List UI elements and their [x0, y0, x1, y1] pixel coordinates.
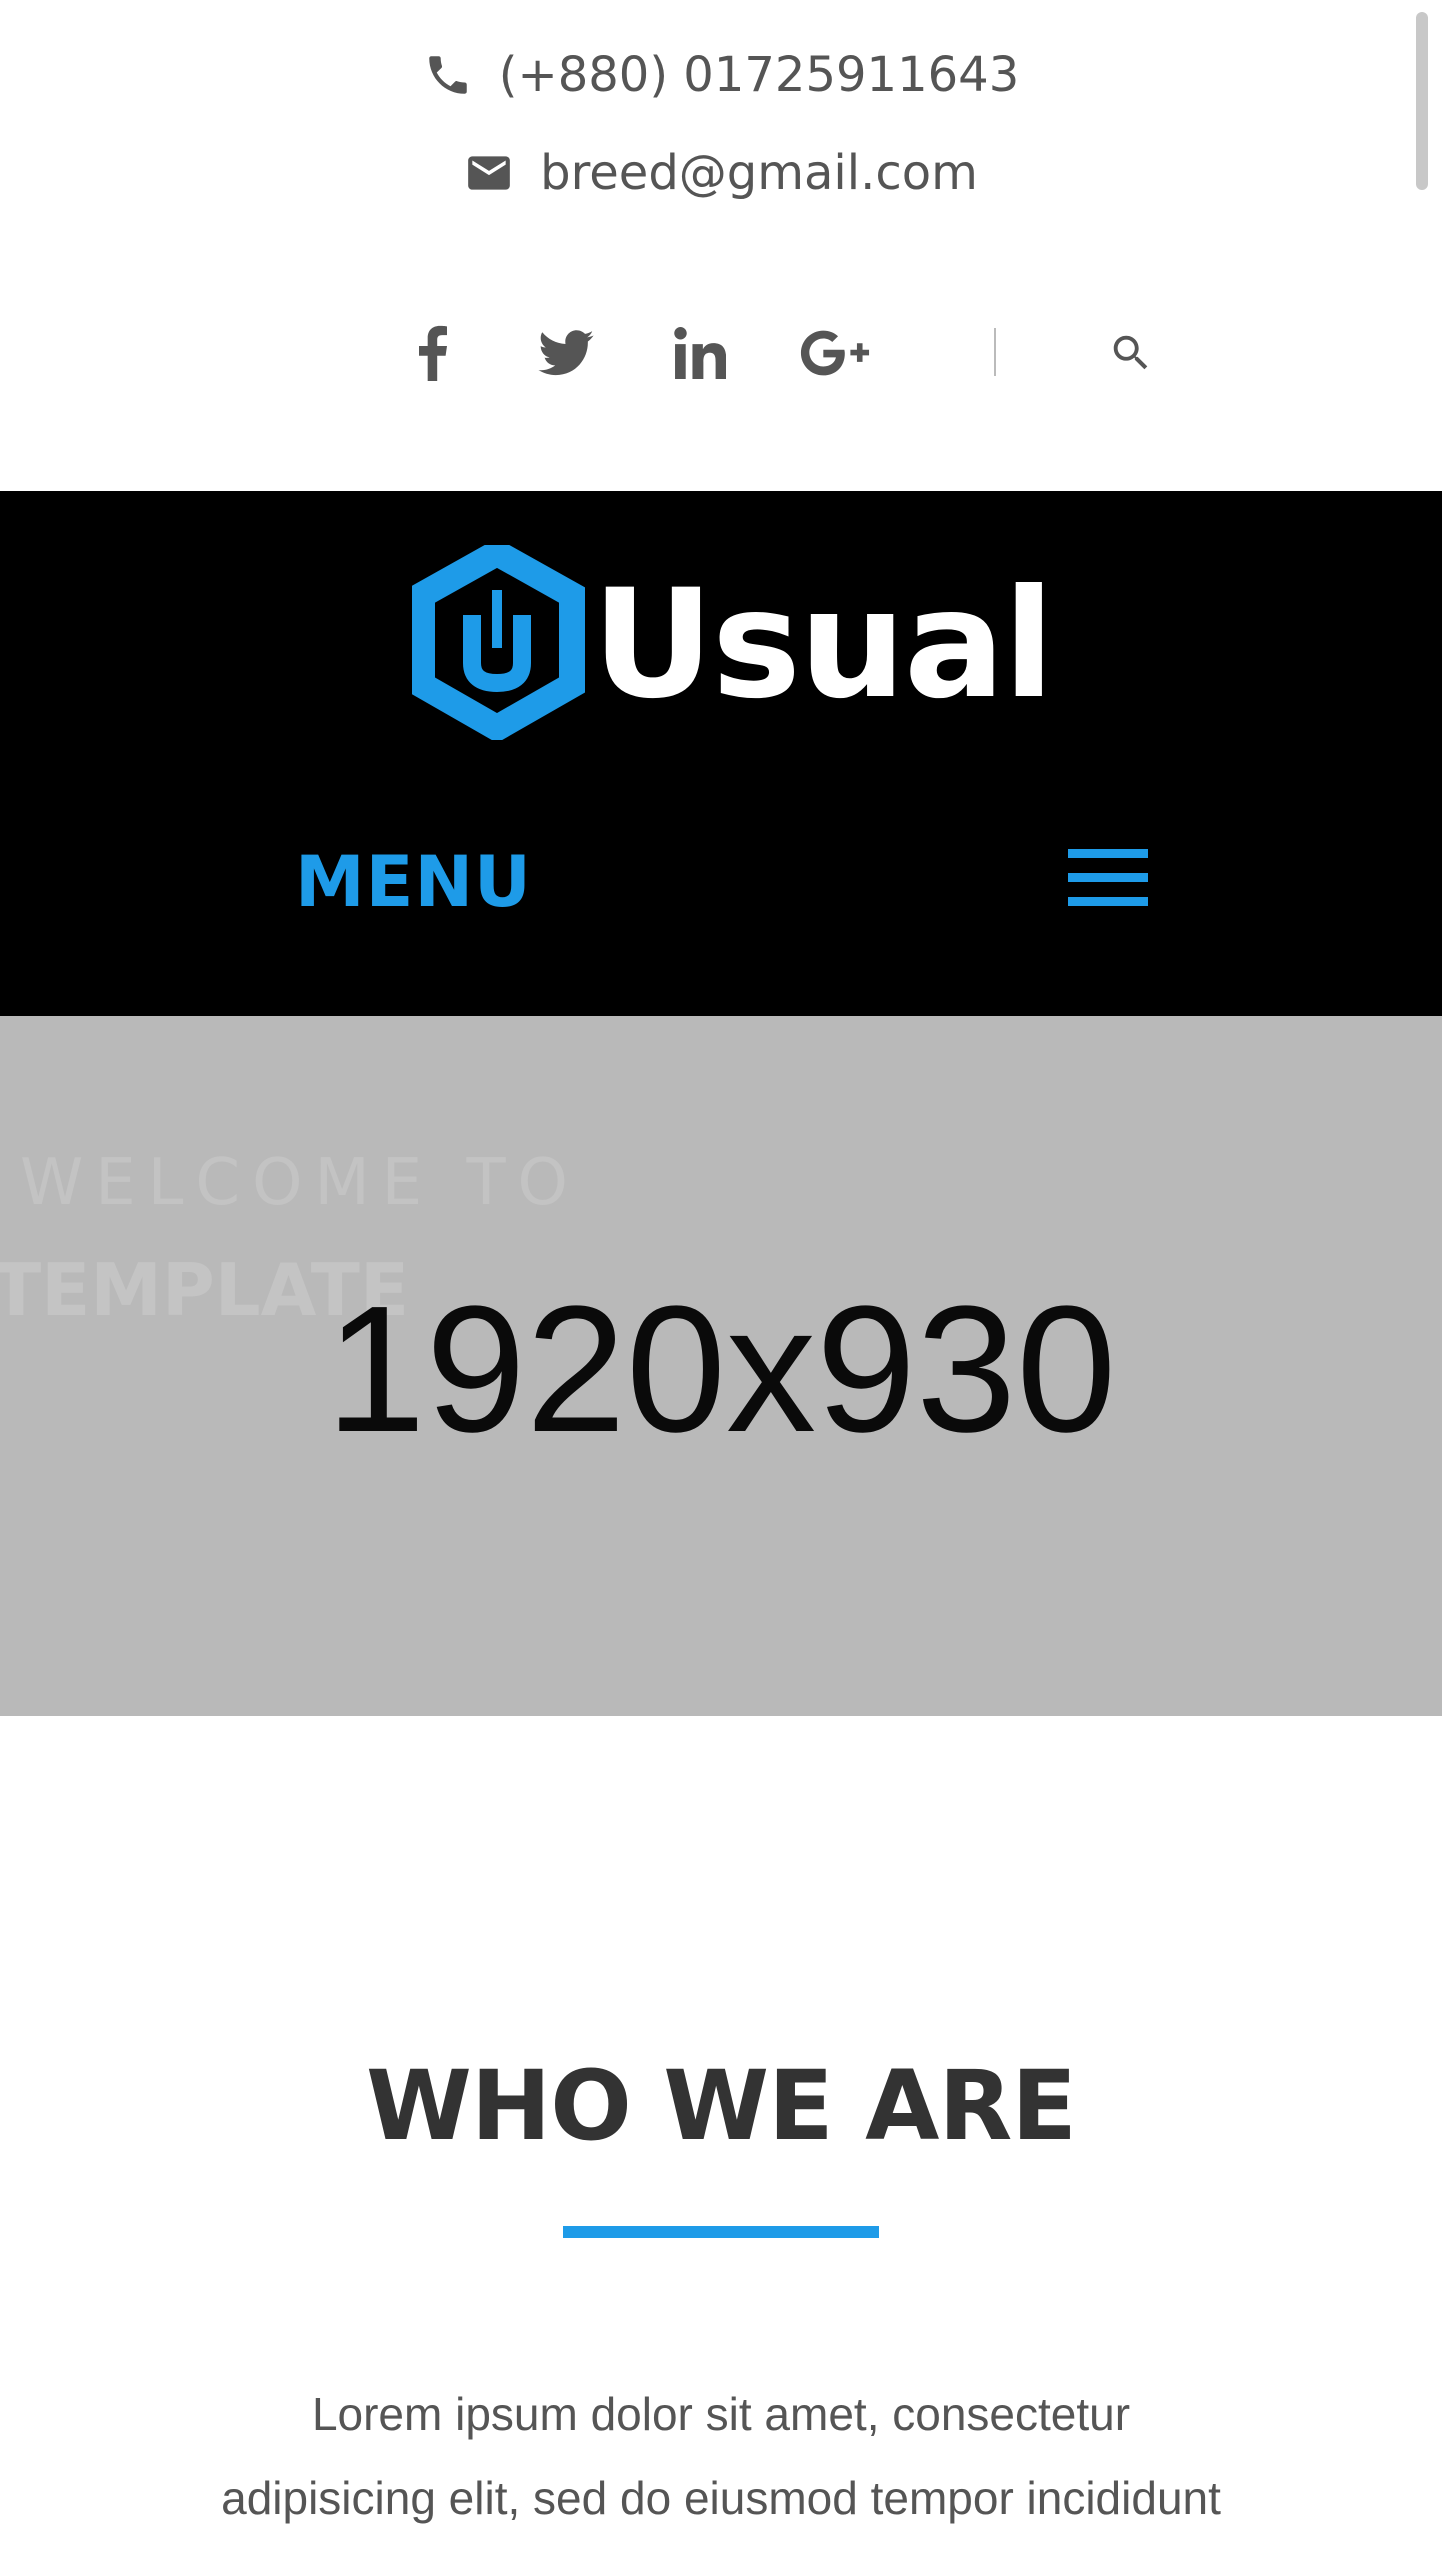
- social-links: [0, 318, 1442, 388]
- social-divider: [994, 328, 996, 376]
- menu-label[interactable]: MENU: [295, 841, 532, 923]
- phone-number: (+880) 01725911643: [498, 47, 1020, 103]
- top-bar: (+880) 01725911643 breed@gmail.com: [0, 0, 1442, 491]
- logo-text: Usual: [592, 558, 1055, 732]
- linkedin-icon[interactable]: [665, 318, 735, 388]
- site-header: Usual MENU: [0, 491, 1442, 1016]
- twitter-icon[interactable]: [531, 318, 601, 388]
- mail-icon: [468, 156, 510, 190]
- hero-welcome-text: WELCOME TO: [20, 1146, 580, 1220]
- hero-banner: WELCOME TO TEMPLATE 1920x930: [0, 1016, 1442, 1716]
- google-plus-icon[interactable]: [800, 318, 870, 388]
- phone-contact[interactable]: (+880) 01725911643: [0, 40, 1442, 110]
- email-address: breed@gmail.com: [540, 145, 978, 201]
- usual-logo[interactable]: Usual: [409, 538, 1055, 743]
- scrollbar[interactable]: [1416, 12, 1428, 190]
- facebook-icon[interactable]: [398, 318, 468, 388]
- email-contact[interactable]: breed@gmail.com: [0, 138, 1442, 208]
- hamburger-menu-icon[interactable]: [1068, 849, 1148, 909]
- section-title: WHO WE ARE: [366, 2050, 1077, 2162]
- about-text: Lorem ipsum dolor sit amet, consectetur …: [221, 2388, 1221, 2562]
- phone-icon: [429, 56, 467, 94]
- hero-placeholder-size: 1920x930: [325, 1269, 1117, 1470]
- title-underline: [563, 2226, 879, 2238]
- search-icon[interactable]: [1096, 318, 1166, 388]
